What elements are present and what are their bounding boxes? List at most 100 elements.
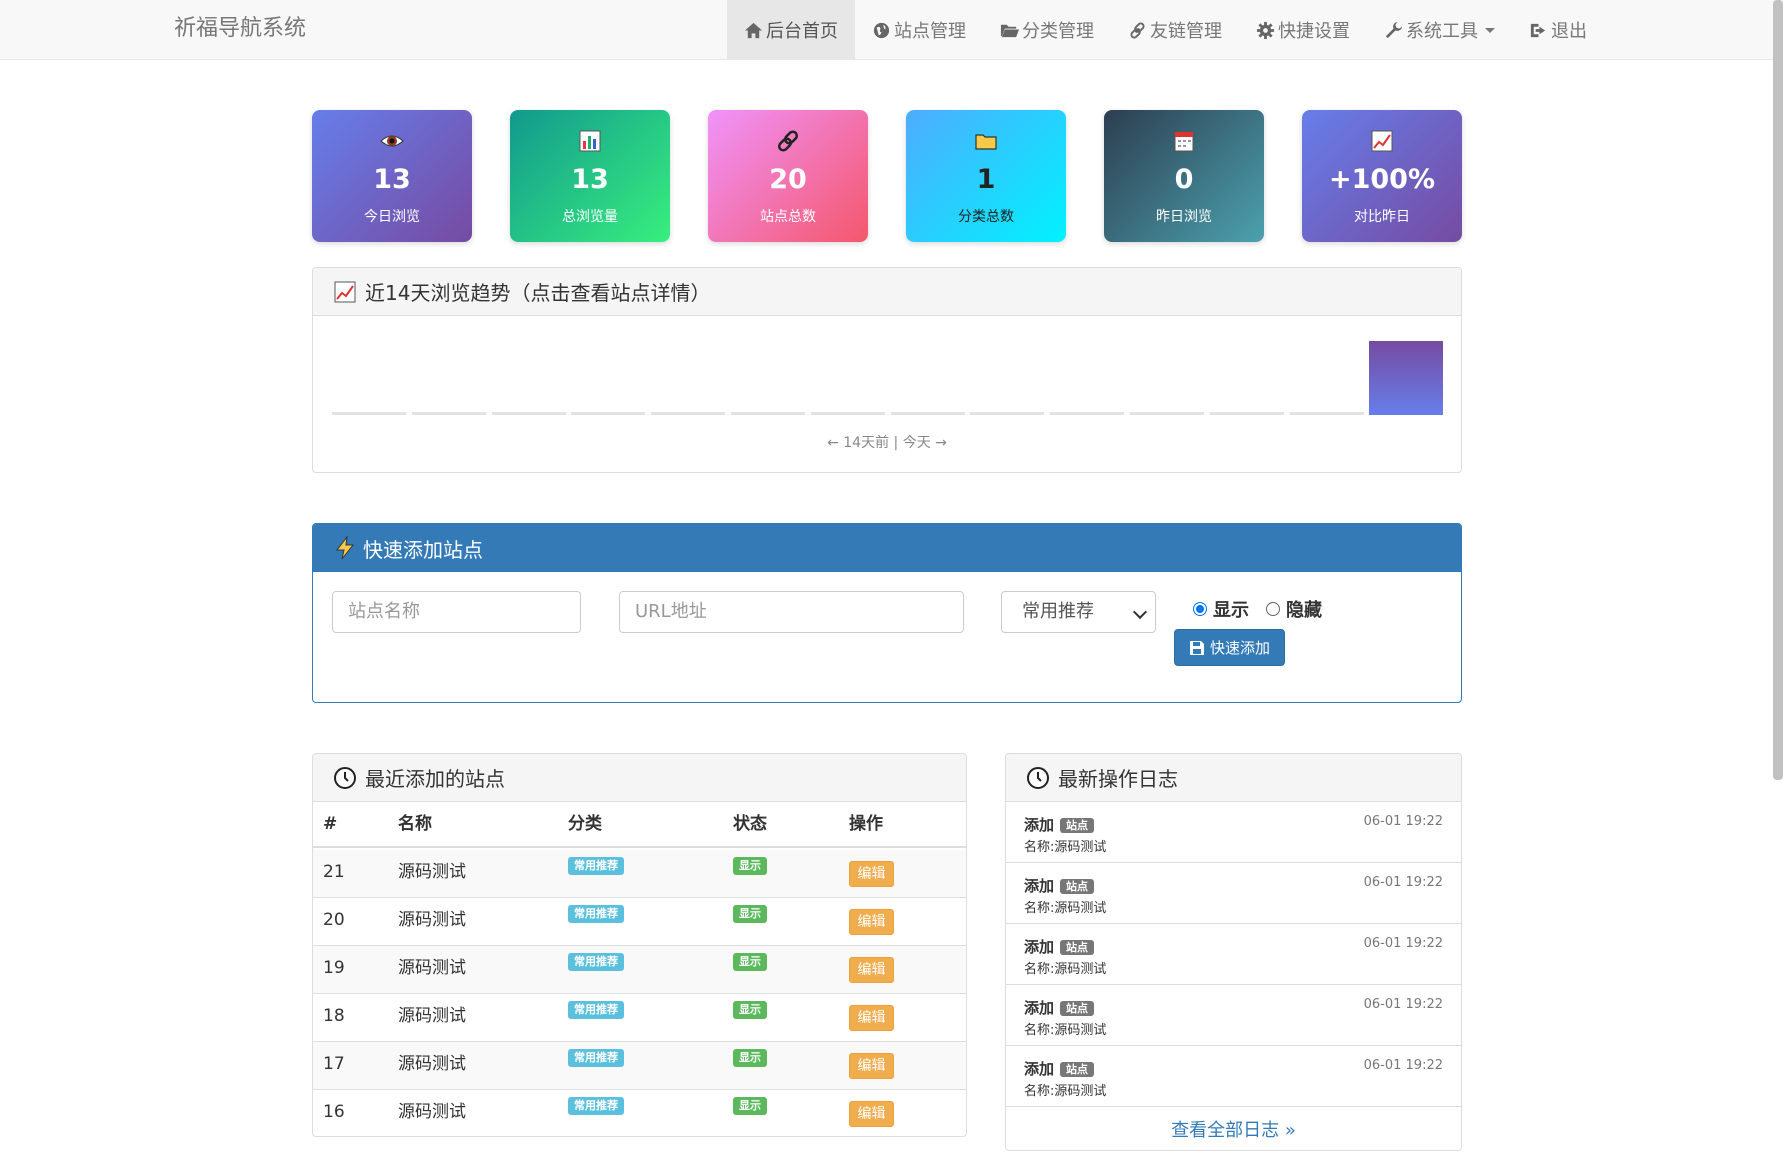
col-id: # [323, 814, 338, 834]
log-action-text: 添加 [1024, 877, 1055, 895]
category-badge: 常用推荐 [568, 1049, 624, 1067]
category-badge: 常用推荐 [568, 953, 624, 971]
log-item: 添加 站点 名称:源码测试 06-01 19:22 [1006, 802, 1461, 863]
row-name: 源码测试 [398, 1054, 466, 1074]
calendar-icon [1174, 131, 1194, 152]
log-tag-badge: 站点 [1060, 1062, 1095, 1077]
stat-label: 今日浏览 [364, 209, 420, 225]
row-id: 18 [323, 1006, 345, 1026]
log-tag-badge: 站点 [1060, 818, 1095, 833]
table-row: 17 源码测试 常用推荐 显示 编辑 [313, 1042, 966, 1090]
log-action: 添加 站点 [1024, 936, 1095, 957]
log-action: 添加 站点 [1024, 1058, 1095, 1079]
folder-open-icon [1000, 24, 1019, 37]
edit-button[interactable]: 编辑 [849, 1101, 894, 1127]
nav-item-sites[interactable]: 站点管理 [855, 0, 983, 60]
chevron-down-icon [1132, 604, 1148, 620]
logs-title: 最新操作日志 [1058, 767, 1178, 791]
top-navbar: 祈福导航系统 后台首页 站点管理 分类管理 友链管理 快捷设置 系统工具 退出 [0, 0, 1783, 60]
log-detail: 名称:源码测试 [1024, 1023, 1107, 1038]
category-select-value: 常用推荐 [1022, 601, 1094, 622]
edit-button[interactable]: 编辑 [849, 909, 894, 935]
row-id: 17 [323, 1054, 345, 1074]
status-badge: 显示 [733, 905, 767, 923]
nav-item-links[interactable]: 友链管理 [1111, 0, 1239, 60]
trend-bar[interactable] [411, 412, 486, 415]
stat-value: 0 [1174, 164, 1194, 195]
col-category: 分类 [568, 814, 602, 834]
stat-card-site-count[interactable]: 20 站点总数 [708, 110, 868, 242]
nav-item-logout[interactable]: 退出 [1512, 0, 1604, 60]
logs-panel: 最新操作日志 添加 站点 名称:源码测试 06-01 19:22 添加 站点 名称:源码测试… [1005, 753, 1462, 1151]
trend-bar[interactable] [332, 412, 406, 415]
trend-bar[interactable] [970, 412, 1045, 415]
log-action: 添加 站点 [1024, 997, 1095, 1018]
stat-card-category-count[interactable]: 1 分类总数 [906, 110, 1066, 242]
log-action: 添加 站点 [1024, 814, 1095, 835]
row-name: 源码测试 [398, 910, 466, 930]
stat-card-yesterday-views[interactable]: 0 昨日浏览 [1104, 110, 1264, 242]
brand-title[interactable]: 祈福导航系统 [174, 0, 306, 60]
trend-bar[interactable] [1130, 412, 1204, 415]
trend-bar[interactable] [890, 412, 965, 415]
table-row: 20 源码测试 常用推荐 显示 编辑 [313, 898, 966, 946]
site-url-input[interactable]: URL地址 [619, 591, 964, 633]
radio-show[interactable]: 显示 [1193, 596, 1249, 622]
trend-bar[interactable] [491, 412, 566, 415]
stat-card-today-views[interactable]: 13 今日浏览 [312, 110, 472, 242]
edit-button[interactable]: 编辑 [849, 861, 894, 887]
stat-card-compare[interactable]: +100% 对比昨日 [1302, 110, 1462, 242]
edit-button[interactable]: 编辑 [849, 957, 894, 983]
trend-bar[interactable] [651, 412, 726, 415]
nav-item-label: 后台首页 [766, 21, 838, 42]
folder-icon [975, 134, 997, 150]
nav-item-label: 站点管理 [894, 21, 966, 42]
site-name-input[interactable]: 站点名称 [332, 591, 581, 633]
table-row: 18 源码测试 常用推荐 显示 编辑 [313, 994, 966, 1042]
nav-item-tools[interactable]: 系统工具 [1367, 0, 1512, 60]
nav-item-label: 快捷设置 [1278, 21, 1350, 42]
stat-value: 20 [769, 164, 807, 195]
nav-item-categories[interactable]: 分类管理 [983, 0, 1111, 60]
log-detail: 名称:源码测试 [1024, 962, 1107, 977]
log-item: 添加 站点 名称:源码测试 06-01 19:22 [1006, 1046, 1461, 1107]
bar-chart-icon [579, 130, 601, 152]
trend-icon [334, 281, 356, 302]
category-select[interactable]: 常用推荐 [1001, 591, 1156, 633]
stat-value: 1 [976, 164, 996, 195]
edit-button[interactable]: 编辑 [849, 1053, 894, 1079]
stat-card-total-views[interactable]: 13 总浏览量 [510, 110, 670, 242]
log-action-text: 添加 [1024, 999, 1055, 1017]
view-all-logs-link[interactable]: 查看全部日志 » [1006, 1116, 1461, 1142]
trend-bar[interactable] [1369, 341, 1444, 415]
nav-item-dashboard[interactable]: 后台首页 [727, 0, 855, 60]
quick-add-title: 快速添加站点 [363, 537, 483, 562]
col-action: 操作 [849, 814, 883, 834]
log-detail: 名称:源码测试 [1024, 901, 1107, 916]
row-name: 源码测试 [398, 958, 466, 978]
row-id: 19 [323, 958, 345, 978]
trend-bar[interactable] [1289, 412, 1364, 415]
row-id: 20 [323, 910, 345, 930]
log-time: 06-01 19:22 [1363, 997, 1443, 1012]
trend-bar[interactable] [1050, 412, 1125, 415]
row-id: 16 [323, 1102, 345, 1122]
category-badge: 常用推荐 [568, 905, 624, 923]
log-action: 添加 站点 [1024, 875, 1095, 896]
trend-bar[interactable] [731, 412, 805, 415]
nav-item-label: 友链管理 [1150, 21, 1222, 42]
quick-add-button[interactable]: 快速添加 [1174, 629, 1285, 666]
page-scrollbar[interactable] [1773, 0, 1783, 780]
stat-label: 对比昨日 [1354, 209, 1410, 225]
nav-item-settings[interactable]: 快捷设置 [1239, 0, 1367, 60]
recent-sites-header: 最近添加的站点 [313, 754, 966, 802]
log-time: 06-01 19:22 [1363, 936, 1443, 951]
edit-button[interactable]: 编辑 [849, 1005, 894, 1031]
trend-bar[interactable] [810, 412, 885, 415]
trend-bar[interactable] [1209, 412, 1284, 415]
col-name: 名称 [398, 814, 432, 834]
recent-sites-panel: 最近添加的站点 # 名称 分类 状态 操作 21 源码测试 常用推荐 显示 编辑 20 源码… [312, 753, 967, 1137]
trend-bar[interactable] [571, 412, 646, 415]
radio-selected-icon [1193, 602, 1207, 616]
radio-hide[interactable]: 隐藏 [1266, 596, 1322, 622]
